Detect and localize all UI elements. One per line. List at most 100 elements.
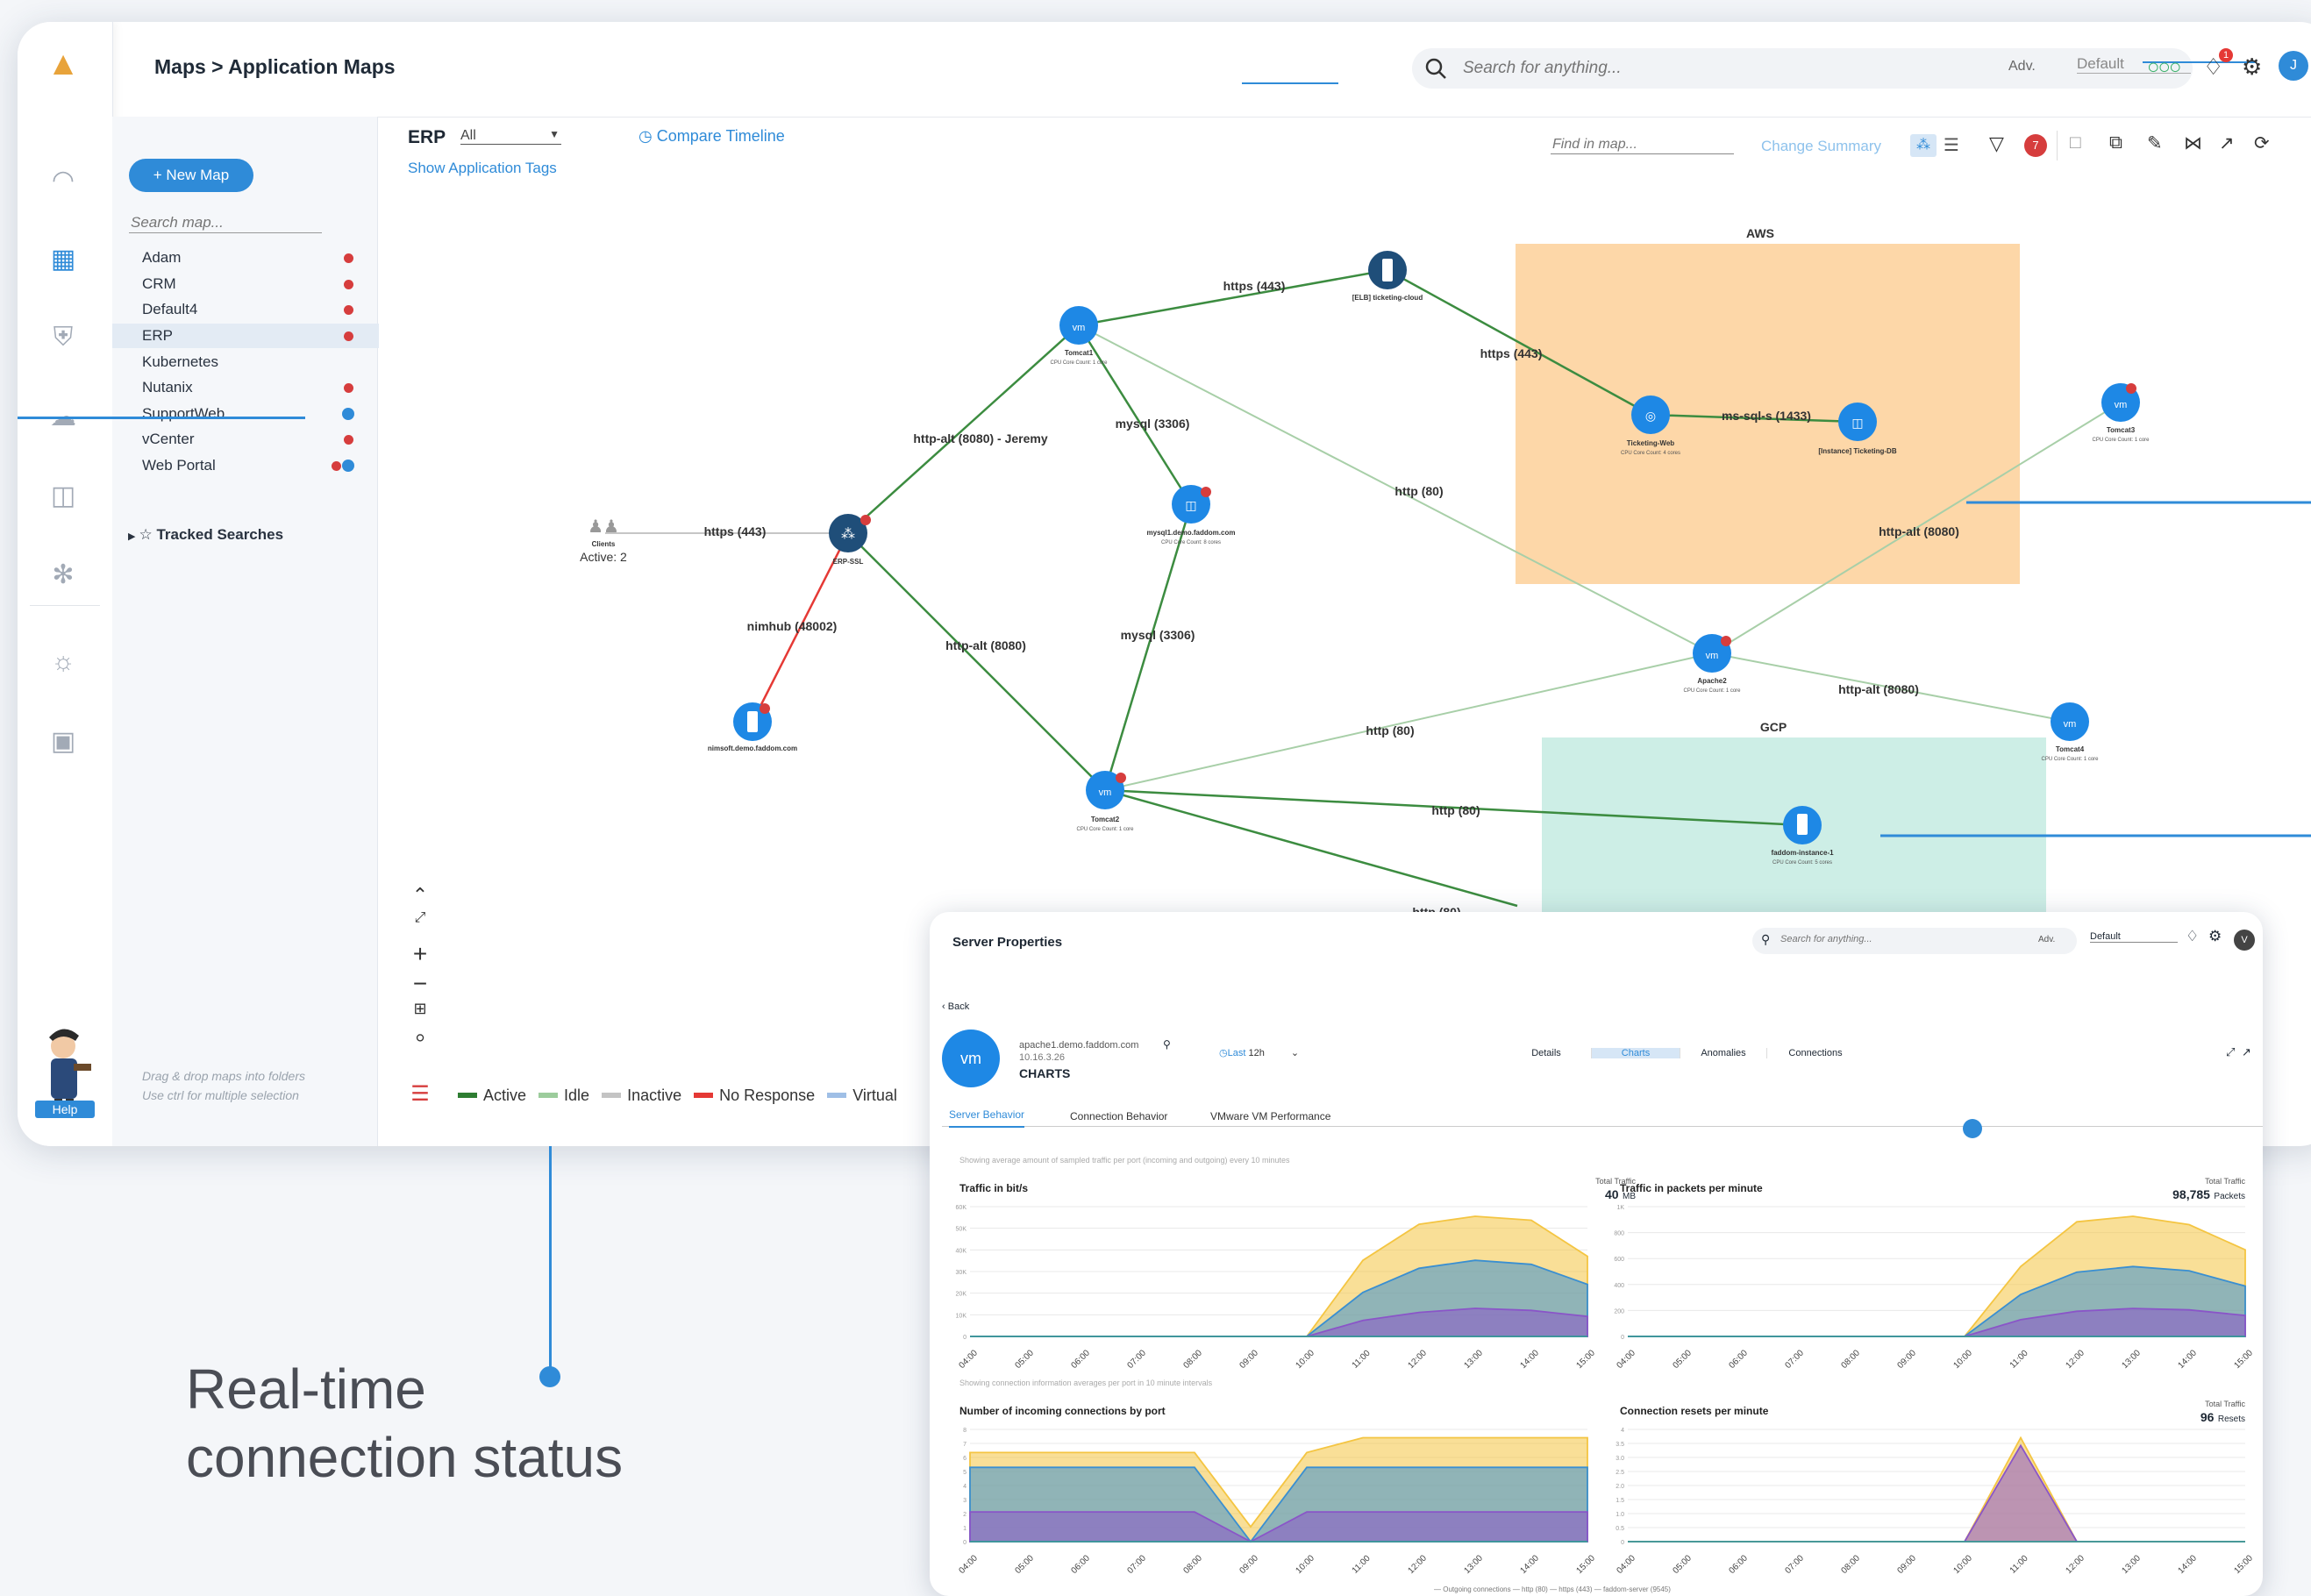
integrations-icon[interactable]: ○○○ <box>2147 55 2181 80</box>
hint-line: Use ctrl for multiple selection <box>142 1088 299 1102</box>
x-tick-label: 06:00 <box>1069 1553 1092 1576</box>
settings-gear-icon[interactable]: ⚙ <box>2242 53 2262 81</box>
node-erp-ssl[interactable]: ⁂ ERP-SSL <box>829 514 871 566</box>
bell-icon[interactable]: ♢ <box>2186 928 2199 945</box>
map-item-crm[interactable]: CRM <box>142 272 361 296</box>
legend-swatch <box>694 1093 714 1098</box>
export-icon[interactable]: ↗ <box>2242 1045 2251 1059</box>
y-tick-label: 1.5 <box>1616 1498 1624 1504</box>
help-mascot[interactable]: Help <box>33 1022 96 1118</box>
user-avatar[interactable]: J <box>2279 51 2308 81</box>
map-item-default4[interactable]: Default4 <box>142 297 361 322</box>
node-mysql1[interactable]: ◫ mysql1.demo.faddom.com CPU Core Count:… <box>1147 485 1236 545</box>
y-tick-label: 400 <box>1614 1283 1624 1289</box>
server-tabs: Details Charts Anomalies Connections <box>1501 1048 1864 1058</box>
fit-contract-icon[interactable]: ⤢ <box>407 910 433 940</box>
dashboard-gauge-icon[interactable]: ◠ <box>46 162 81 197</box>
tab-connections[interactable]: Connections <box>1767 1048 1864 1058</box>
aws-group-label: AWS <box>1746 226 1774 240</box>
map-item-supportweb[interactable]: SupportWeb <box>142 402 361 426</box>
compass-icon[interactable]: ✻ <box>46 557 81 592</box>
map-item-adam[interactable]: Adam <box>142 246 361 270</box>
subtab-connection-behavior[interactable]: Connection Behavior <box>1070 1110 1167 1122</box>
node-label: Clients <box>592 540 616 548</box>
tab-charts[interactable]: Charts <box>1592 1048 1680 1058</box>
edge[interactable] <box>1077 324 1193 505</box>
layers-icon[interactable]: ⚪ <box>407 1030 433 1059</box>
zoom-out-icon[interactable]: − <box>407 970 433 1000</box>
maps-icon[interactable]: ▦ <box>46 241 81 276</box>
edge[interactable] <box>1103 503 1193 791</box>
y-tick-label: 2.5 <box>1616 1470 1624 1476</box>
vm-icon: vm <box>1073 323 1086 333</box>
zoom-in-icon[interactable]: + <box>407 940 433 970</box>
edge-label: https (443) <box>1223 279 1286 293</box>
sp-adv-toggle[interactable]: Adv. <box>2038 935 2055 944</box>
settings-gear-icon[interactable]: ⚙ <box>2208 928 2222 945</box>
tracked-searches-folder[interactable]: ▶ ☆ Tracked Searches <box>128 526 283 544</box>
fit-to-screen-icon[interactable]: ⊞ <box>407 1000 433 1030</box>
x-tick-label: 09:00 <box>1895 1553 1918 1576</box>
back-link[interactable]: ‹ Back <box>942 1001 969 1012</box>
adv-search-toggle[interactable]: Adv. <box>2008 59 2036 75</box>
back-label: Back <box>947 1001 970 1012</box>
lightbulb-icon[interactable]: ☼ <box>46 645 81 680</box>
faddom-logo-icon[interactable]: ▲ <box>46 46 81 82</box>
vm-icon: vm <box>1706 651 1719 661</box>
legend-toggle-icon[interactable]: ☰ <box>407 1081 433 1108</box>
map-item-web-portal[interactable]: Web Portal <box>142 453 361 478</box>
tab-anomalies[interactable]: Anomalies <box>1680 1048 1767 1058</box>
legend-label: Inactive <box>627 1086 682 1104</box>
total-label: Total Traffic <box>2205 1400 2245 1408</box>
x-tick-label: 15:00 <box>2232 1348 2254 1371</box>
total-unit: Resets <box>2217 1414 2245 1424</box>
global-search-input[interactable] <box>1461 58 1991 79</box>
web-icon: ◎ <box>1645 409 1656 423</box>
edge-label: http (80) <box>1366 723 1414 737</box>
sp-search-bar[interactable]: ⚲ Adv. <box>1752 928 2077 954</box>
global-search-bar[interactable]: Adv. <box>1412 48 2193 89</box>
expand-icon[interactable]: ⤢ <box>2226 1045 2235 1059</box>
x-tick-label: 04:00 <box>957 1553 980 1576</box>
map-item-kubernetes[interactable]: Kubernetes <box>142 350 361 374</box>
hostname: apache1.demo.faddom.com <box>1019 1040 1139 1051</box>
node-tomcat2[interactable]: vm Tomcat2 CPU Core Count: 1 core <box>1076 771 1134 832</box>
map-search-input[interactable] <box>129 213 322 233</box>
node-elb[interactable]: [ELB] ticketing-cloud <box>1352 251 1423 302</box>
map-item-vcenter[interactable]: vCenter <box>142 427 361 452</box>
legend-swatch <box>458 1093 477 1098</box>
node-tomcat3[interactable]: vm Tomcat3 CPU Core Count: 1 core <box>2092 383 2150 443</box>
map-item-nutanix[interactable]: Nutanix <box>142 375 361 400</box>
new-map-button[interactable]: + New Map <box>129 159 253 192</box>
sp-profile-dropdown[interactable]: Default <box>2090 931 2178 943</box>
collapse-up-icon[interactable]: ⌃ <box>407 884 433 910</box>
breadcrumb: Maps > Application Maps <box>154 55 396 78</box>
legend-no-response: No Response <box>694 1087 815 1105</box>
annotation-line <box>1242 82 1338 84</box>
y-tick-label: 6 <box>963 1456 966 1462</box>
edge[interactable] <box>847 532 1106 791</box>
clock-icon: ◷ <box>1219 1048 1228 1058</box>
shield-icon[interactable]: ⛨ <box>46 320 81 355</box>
search-host-icon[interactable]: ⚲ <box>1163 1038 1171 1051</box>
map-item-erp[interactable]: ERP <box>112 324 379 348</box>
legend-label: Idle <box>564 1086 590 1104</box>
user-avatar[interactable]: V <box>2234 930 2255 951</box>
sp-search-input[interactable] <box>1779 933 2001 945</box>
x-tick-label: 10:00 <box>1951 1348 1974 1371</box>
gift-icon[interactable]: ▣ <box>46 723 81 759</box>
node-nimsoft[interactable]: nimsoft.demo.faddom.com <box>708 702 797 752</box>
ip-address: 10.16.3.26 <box>1019 1052 1065 1063</box>
total-number: 96 <box>2200 1410 2215 1424</box>
help-button[interactable]: Help <box>35 1101 95 1118</box>
node-tomcat4[interactable]: vm Tomcat4 CPU Core Count: 1 core <box>2041 702 2099 762</box>
tab-details[interactable]: Details <box>1501 1048 1592 1058</box>
edge[interactable] <box>847 324 1080 534</box>
map-item-label: CRM <box>142 275 176 292</box>
clients-node[interactable]: ♟♟ Clients Active: 2 <box>580 517 627 564</box>
database-icon[interactable]: ◫ <box>46 478 81 513</box>
subtab-vmware-performance[interactable]: VMware VM Performance <box>1210 1110 1330 1122</box>
x-tick-label: 15:00 <box>1574 1553 1596 1576</box>
subtab-server-behavior[interactable]: Server Behavior <box>949 1108 1025 1128</box>
time-range-selector[interactable]: ◷Last 12h ⌄ <box>1219 1047 1299 1058</box>
